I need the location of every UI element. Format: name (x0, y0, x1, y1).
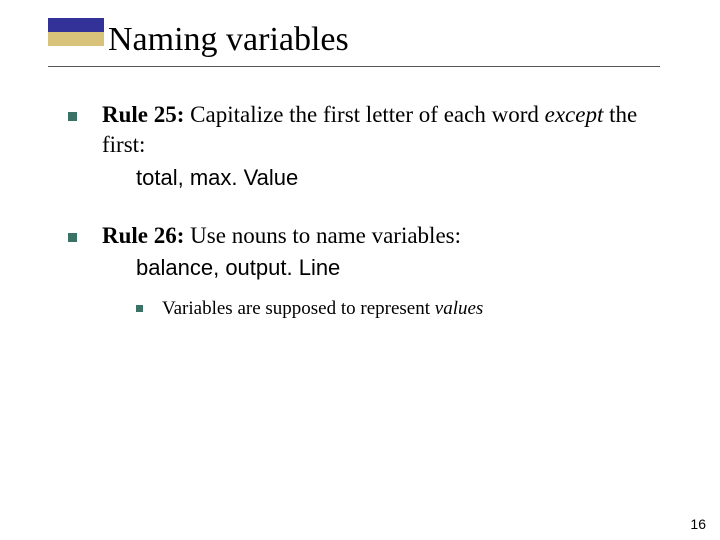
square-bullet-icon (68, 112, 77, 121)
rule-code-line: balance, output. Line (136, 253, 660, 283)
code-token: balance (136, 255, 213, 280)
slide: Naming variables Rule 25: Capitalize the… (0, 0, 720, 540)
sub-bullet-text: Variables are supposed to represent (162, 298, 435, 319)
square-bullet-icon (68, 233, 77, 242)
bullet-rule-25: Rule 25: Capitalize the first letter of … (68, 100, 660, 193)
square-bullet-icon (136, 305, 143, 312)
code-token: total (136, 165, 178, 190)
rule-label: Rule 26: (102, 223, 184, 248)
accent-bar-navy (48, 18, 104, 32)
rule-text: Capitalize the first letter of each word (184, 102, 544, 127)
sub-bullet: Variables are supposed to represent valu… (136, 296, 660, 322)
sub-bullet-em: values (435, 298, 484, 319)
code-sep: , (213, 255, 225, 280)
slide-body: Rule 25: Capitalize the first letter of … (68, 100, 660, 349)
rule-text-em: except (545, 102, 604, 127)
bullet-rule-26: Rule 26: Use nouns to name variables: ba… (68, 221, 660, 321)
rule-code-line: total, max. Value (136, 163, 660, 193)
rule-text: Use nouns to name variables: (184, 223, 461, 248)
code-token: max. Value (190, 165, 298, 190)
rule-label: Rule 25: (102, 102, 184, 127)
page-number: 16 (690, 516, 706, 532)
accent-bar-tan (48, 32, 104, 46)
slide-title: Naming variables (108, 18, 349, 58)
title-underline (48, 66, 660, 67)
code-token: output. Line (225, 255, 340, 280)
code-sep: , (178, 165, 190, 190)
